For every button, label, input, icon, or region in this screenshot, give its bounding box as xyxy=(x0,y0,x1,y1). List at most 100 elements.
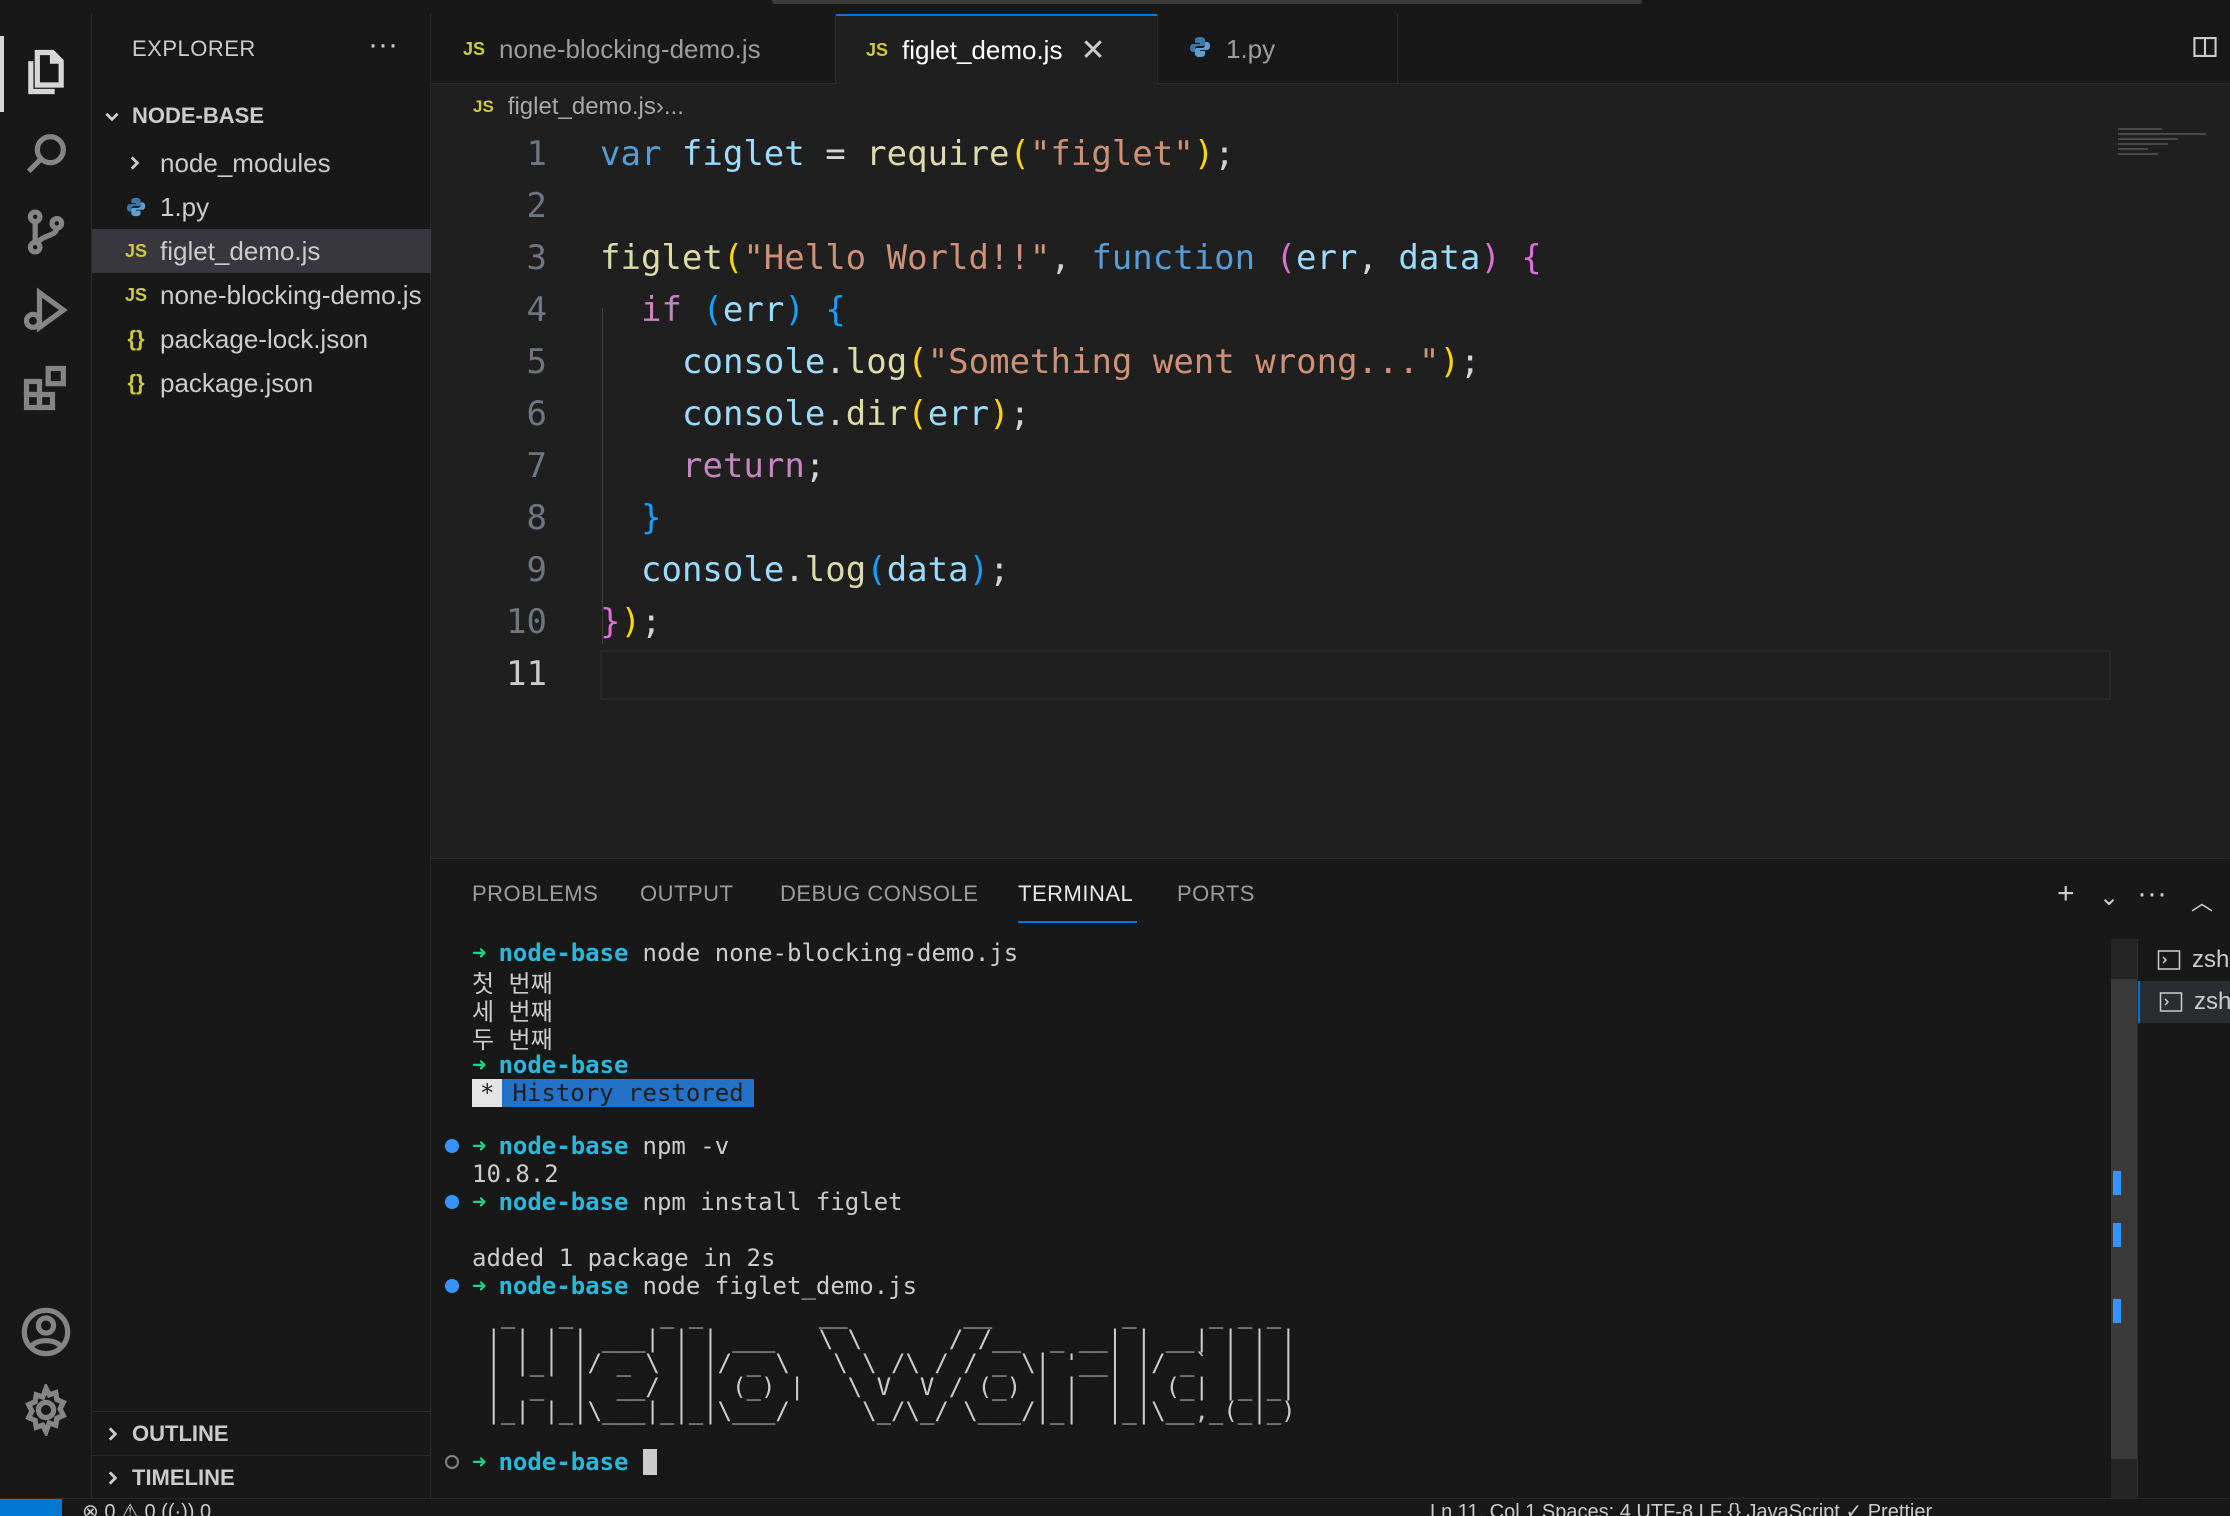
history-restored-line: * History restored xyxy=(472,1079,754,1107)
tab-label: figlet_demo.js xyxy=(902,34,1063,65)
command-decoration-icon[interactable] xyxy=(445,1139,459,1153)
tree-item-figlet-demo-js[interactable]: JS figlet_demo.js xyxy=(92,229,431,273)
breadcrumb-file[interactable]: figlet_demo.js xyxy=(508,93,656,121)
breadcrumb: JS figlet_demo.js › ... xyxy=(473,92,684,122)
line-number: 6 xyxy=(526,394,547,434)
chevron-right-icon xyxy=(92,1425,132,1443)
status-bar: ⊗ 0 ⚠ 0 ((·)) 0 Ln 11, Col 1 Spaces: 4 U… xyxy=(0,1498,2230,1516)
remote-indicator[interactable] xyxy=(0,1499,62,1516)
editor-tab-bar: JS none-blocking-demo.js JS figlet_demo.… xyxy=(431,14,2230,84)
terminal-line: added 1 package in 2s xyxy=(472,1244,776,1272)
terminal-output[interactable]: ➜ node-base node none-blocking-demo.js 첫 번… xyxy=(431,939,2111,1499)
terminal-scrollbar[interactable] xyxy=(2111,939,2137,1499)
terminal-line: 두 번째 xyxy=(472,1025,553,1054)
terminal-instance-zsh[interactable]: zsh xyxy=(2138,981,2230,1023)
code-line-11: 11 xyxy=(431,648,2111,700)
javascript-file-icon: JS xyxy=(124,284,148,305)
line-number: 8 xyxy=(526,498,547,538)
outline-section[interactable]: OUTLINE xyxy=(92,1411,431,1455)
line-number: 4 xyxy=(526,290,547,330)
terminal-icon xyxy=(2157,950,2181,970)
breadcrumb-more[interactable]: ... xyxy=(664,93,684,121)
scroll-marker xyxy=(2113,1171,2121,1195)
workspace-root[interactable]: NODE-BASE xyxy=(92,94,431,138)
command-decoration-icon[interactable] xyxy=(445,1455,459,1469)
explorer-more-icon[interactable]: ··· xyxy=(368,28,398,62)
line-number: 10 xyxy=(506,602,547,642)
settings-gear-icon[interactable] xyxy=(18,1382,74,1438)
command-center[interactable] xyxy=(772,0,1642,4)
search-icon[interactable] xyxy=(18,126,74,182)
code-line-5: 5 console.log("Something went wrong...")… xyxy=(431,336,2111,388)
terminal-line: ➜ node-base node figlet_demo.js xyxy=(472,1272,918,1300)
explorer-icon[interactable] xyxy=(18,44,74,100)
extensions-icon[interactable] xyxy=(18,360,74,416)
line-number: 7 xyxy=(526,446,547,486)
maximize-panel-icon[interactable]: ︿ xyxy=(2191,885,2213,917)
run-debug-icon[interactable] xyxy=(18,282,74,338)
command-decoration-icon[interactable] xyxy=(445,1195,459,1209)
terminal-cursor xyxy=(642,1449,657,1475)
command-decoration-icon[interactable] xyxy=(445,1279,459,1293)
tree-item-label: 1.py xyxy=(160,191,210,222)
close-icon[interactable]: ✕ xyxy=(1080,33,1105,68)
explorer-title: EXPLORER xyxy=(132,36,256,61)
source-control-icon[interactable] xyxy=(18,204,74,260)
tab-figlet-demo-js[interactable]: JS figlet_demo.js ✕ xyxy=(836,14,1158,84)
terminal-name: zsh xyxy=(2192,946,2230,973)
tree-item-1-py[interactable]: 1.py xyxy=(92,185,431,229)
split-editor-icon[interactable] xyxy=(2192,34,2218,60)
tab-output[interactable]: OUTPUT xyxy=(640,881,733,907)
terminal-dropdown-icon[interactable]: ⌄ xyxy=(2099,883,2119,912)
terminal-line: ➜ node-base node none-blocking-demo.js xyxy=(472,939,1019,967)
account-icon[interactable] xyxy=(18,1304,74,1360)
scrollbar-thumb[interactable] xyxy=(2111,979,2137,1459)
tab-terminal[interactable]: TERMINAL xyxy=(1018,881,1138,923)
terminal-instance-zsh[interactable]: zsh xyxy=(2138,939,2230,981)
line-number: 9 xyxy=(526,550,547,590)
bottom-panel: PROBLEMS OUTPUT DEBUG CONSOLE TERMINAL P… xyxy=(431,858,2230,1499)
chevron-right-icon xyxy=(92,1469,132,1487)
tree-item-label: package.json xyxy=(160,367,314,398)
line-number: 1 xyxy=(526,134,547,174)
figlet-ascii-output: _ _ _ _ __ __ _ _ _ _ | | | | ___| | | _… xyxy=(486,1301,1296,1425)
code-line-9: 9 console.log(data); xyxy=(431,544,2111,596)
code-editor[interactable]: 1 var figlet = require("figlet"); 2 3 fi… xyxy=(431,128,2230,858)
tree-item-package-json[interactable]: {} package.json xyxy=(92,361,431,405)
code-line-1: 1 var figlet = require("figlet"); xyxy=(431,128,2111,180)
tab-debug-console[interactable]: DEBUG CONSOLE xyxy=(780,881,978,907)
tab-none-blocking-demo-js[interactable]: JS none-blocking-demo.js xyxy=(431,14,836,84)
tab-1-py[interactable]: 1.py xyxy=(1158,14,1398,84)
tree-item-package-lock-json[interactable]: {} package-lock.json xyxy=(92,317,431,361)
tree-item-label: package-lock.json xyxy=(160,323,369,354)
line-number: 11 xyxy=(506,654,547,694)
tab-label: 1.py xyxy=(1226,33,1276,64)
activity-bar xyxy=(0,14,92,1498)
tree-item-label: figlet_demo.js xyxy=(160,235,321,266)
timeline-section[interactable]: TIMELINE xyxy=(92,1455,431,1499)
tree-item-label: none-blocking-demo.js xyxy=(160,279,422,310)
breadcrumb-separator: › xyxy=(655,93,664,120)
problems-status[interactable]: ⊗ 0 ⚠ 0 ((·)) 0 xyxy=(82,1499,211,1516)
scroll-marker xyxy=(2113,1299,2121,1323)
tab-ports[interactable]: PORTS xyxy=(1177,881,1255,907)
panel-more-icon[interactable]: ··· xyxy=(2137,877,2167,911)
python-file-icon xyxy=(122,196,150,218)
new-terminal-plus-icon[interactable]: + xyxy=(2057,877,2075,911)
javascript-file-icon: JS xyxy=(473,97,494,116)
minimap[interactable] xyxy=(2118,128,2208,168)
python-file-icon xyxy=(1188,35,1212,64)
tree-item-none-blocking-demo-js[interactable]: JS none-blocking-demo.js xyxy=(92,273,431,317)
code-line-6: 6 console.dir(err); xyxy=(431,388,2111,440)
line-number: 2 xyxy=(526,186,547,226)
terminal-line: ➜ node-base npm -v xyxy=(472,1132,730,1160)
tab-problems[interactable]: PROBLEMS xyxy=(472,881,598,907)
code-line-2: 2 xyxy=(431,180,2111,232)
line-number: 3 xyxy=(526,238,547,278)
editor-status[interactable]: Ln 11, Col 1 Spaces: 4 UTF-8 LF {} JavaS… xyxy=(1430,1499,1932,1516)
tree-item-node-modules[interactable]: node_modules xyxy=(92,141,431,185)
tree-item-label: node_modules xyxy=(160,147,331,178)
tab-label: none-blocking-demo.js xyxy=(499,33,761,64)
javascript-file-icon: JS xyxy=(866,39,889,60)
timeline-label: TIMELINE xyxy=(132,1464,235,1490)
